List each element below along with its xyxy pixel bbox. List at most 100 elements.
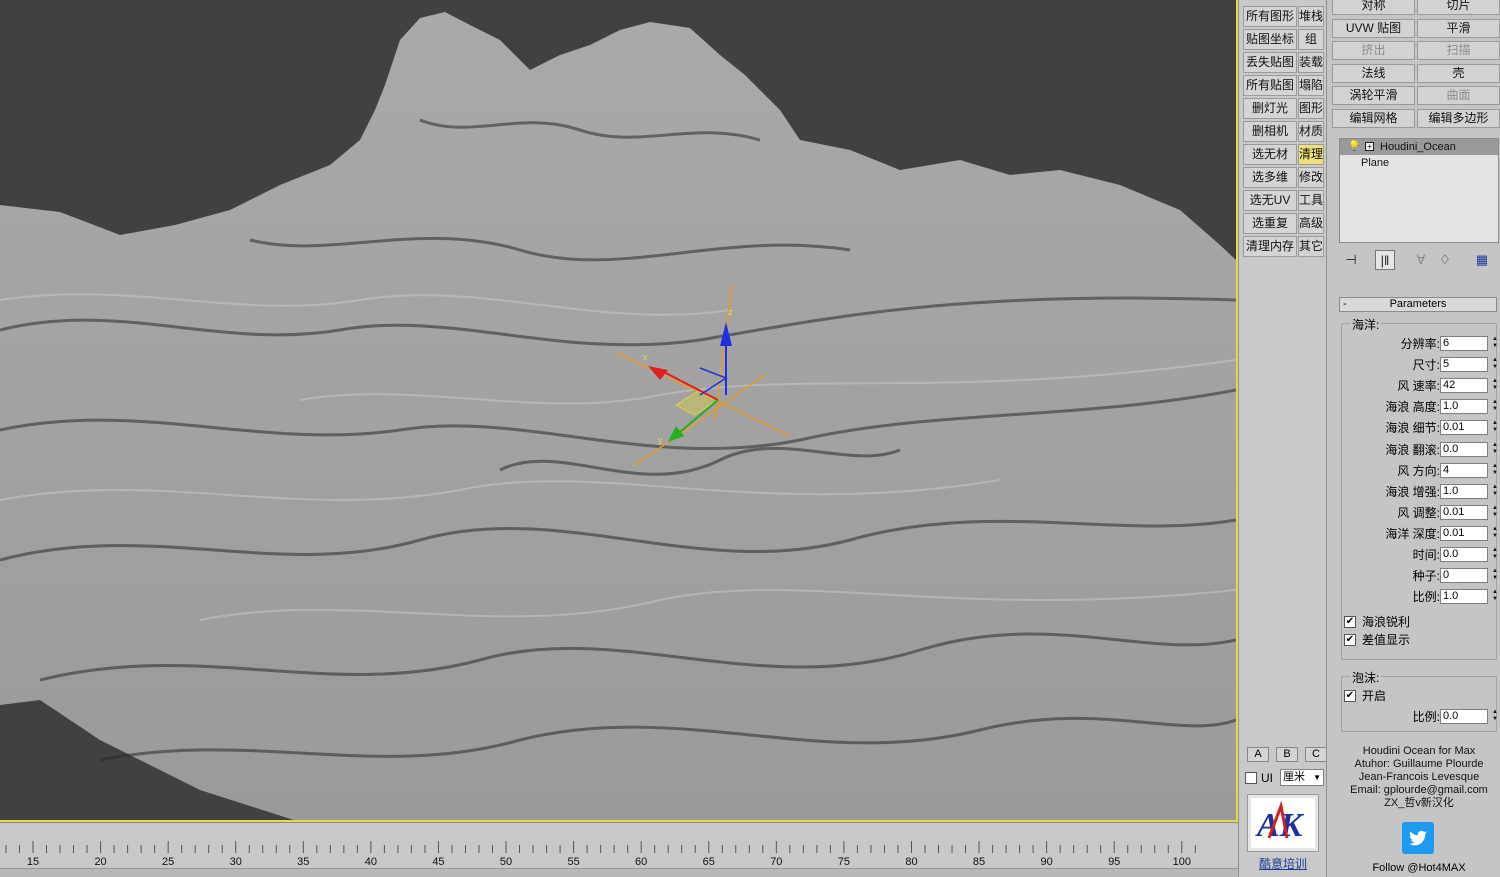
spinner-icon[interactable]: ▲ ▼ <box>1490 420 1500 435</box>
spinner-icon[interactable]: ▲ ▼ <box>1490 357 1500 372</box>
spinner-icon[interactable]: ▲ ▼ <box>1490 505 1500 520</box>
tab-c[interactable]: C <box>1305 747 1327 762</box>
spinner-icon[interactable]: ▲ ▼ <box>1490 442 1500 457</box>
modifier-button[interactable]: 平滑 <box>1417 18 1500 38</box>
spinner-icon[interactable]: ▲ ▼ <box>1490 709 1500 724</box>
ocean-group-title: 海洋: <box>1350 316 1382 333</box>
tool-button-left[interactable]: 删灯光 <box>1243 98 1297 119</box>
param-input[interactable]: 42 <box>1440 378 1488 394</box>
tool-button-left[interactable]: 清理内存 <box>1243 236 1297 257</box>
modifier-button[interactable]: 挤出 <box>1332 41 1415 61</box>
modifier-button[interactable]: UVW 贴图 <box>1332 18 1415 38</box>
param-label: 风 速率: <box>1397 379 1440 394</box>
stack-item-houdini-ocean[interactable]: 💡 + Houdini_Ocean <box>1340 139 1498 155</box>
tool-button-left[interactable]: 所有图形 <box>1243 6 1297 27</box>
tool-button-left[interactable]: 丢失贴图 <box>1243 52 1297 73</box>
credit-line: Email: gplourde@gmail.com <box>1350 784 1488 796</box>
tool-button-right[interactable]: 堆栈 <box>1298 6 1324 27</box>
spinner-icon[interactable]: ▲ ▼ <box>1490 526 1500 541</box>
param-row: 风 速率: 42 ▲ ▼ <box>1342 378 1500 394</box>
tool-button-left[interactable]: 选重复 <box>1243 213 1297 234</box>
modifier-button[interactable]: 法线 <box>1332 63 1415 83</box>
timeline-scrollbar[interactable] <box>0 868 1238 877</box>
tool-button-left[interactable]: 贴图坐标 <box>1243 29 1297 50</box>
tool-button-right[interactable]: 组 <box>1298 29 1324 50</box>
rollout-collapse-icon[interactable]: - <box>1343 298 1347 311</box>
modifier-button[interactable]: 涡轮平滑 <box>1332 86 1415 106</box>
tool-button-left[interactable]: 所有贴图 <box>1243 75 1297 96</box>
tool-button-left[interactable]: 选无材 <box>1243 144 1297 165</box>
param-input[interactable]: 6 <box>1440 336 1488 351</box>
spinner-icon[interactable]: ▲ ▼ <box>1490 378 1500 393</box>
param-input[interactable]: 0.0 <box>1440 547 1488 562</box>
sharp-waves-checkbox[interactable]: ✔ <box>1344 616 1356 628</box>
param-input[interactable]: 4 <box>1440 462 1488 478</box>
spinner-icon[interactable]: ▲ ▼ <box>1490 484 1500 499</box>
follow-link[interactable]: Follow @Hot4MAX <box>1339 862 1499 874</box>
foam-scale-input[interactable]: 0.0 <box>1440 709 1488 724</box>
modifier-button[interactable]: 编辑多边形 <box>1417 109 1500 128</box>
param-input[interactable]: 1.0 <box>1440 589 1488 605</box>
param-input[interactable]: 1.0 <box>1440 399 1488 415</box>
tool-button-right[interactable]: 其它 <box>1298 236 1324 257</box>
configure-sets-icon[interactable]: ▦ <box>1472 250 1492 270</box>
interpolate-display-checkbox[interactable]: ✔ <box>1344 634 1356 646</box>
timeline-tick-label: 40 <box>365 856 377 868</box>
spinner-icon[interactable]: ▲ ▼ <box>1490 463 1500 478</box>
foam-enable-checkbox[interactable]: ✔ <box>1344 690 1356 702</box>
modifier-button[interactable]: 对称 <box>1332 0 1415 15</box>
expand-icon[interactable]: + <box>1365 142 1374 151</box>
tool-button-left[interactable]: 选无UV <box>1243 190 1297 211</box>
tool-button-right[interactable]: 工具 <box>1298 190 1324 211</box>
stack-item-plane[interactable]: Plane <box>1361 157 1389 169</box>
param-input[interactable]: 0.01 <box>1440 525 1488 541</box>
modifier-button[interactable]: 壳 <box>1417 63 1500 83</box>
spinner-icon[interactable]: ▲ ▼ <box>1490 589 1500 604</box>
bulb-icon[interactable]: 💡 <box>1348 139 1360 155</box>
foam-scale-label: 比例: <box>1412 710 1440 724</box>
parameters-rollout-header[interactable]: - Parameters <box>1339 297 1497 312</box>
modifier-button[interactable]: 扫描 <box>1417 41 1500 61</box>
modifier-stack[interactable]: 💡 + Houdini_Ocean Plane <box>1339 138 1499 243</box>
perspective-viewport[interactable]: x y z <box>0 0 1238 822</box>
tool-button-left[interactable]: 选多维 <box>1243 167 1297 188</box>
tool-button-left[interactable]: 删相机 <box>1243 121 1297 142</box>
unit-select-value: 厘米 <box>1283 771 1305 783</box>
tool-button-right[interactable]: 装载 <box>1298 52 1324 73</box>
tool-button-right[interactable]: 图形 <box>1298 98 1324 119</box>
param-input[interactable]: 5 <box>1440 357 1488 373</box>
spinner-icon[interactable]: ▲ ▼ <box>1490 399 1500 414</box>
spinner-icon[interactable]: ▲ ▼ <box>1490 547 1500 562</box>
timeline-tick-label: 30 <box>230 856 242 868</box>
ui-checkbox[interactable] <box>1245 772 1257 784</box>
tab-b[interactable]: B <box>1276 747 1298 762</box>
param-label: 海浪 细节: <box>1385 421 1440 436</box>
show-end-result-icon[interactable]: |‖ <box>1375 250 1395 270</box>
foam-group: 泡沫: ✔ 开启 比例: 0.0 ▲ ▼ <box>1341 669 1500 732</box>
tool-button-right[interactable]: 清理 <box>1298 144 1324 165</box>
modifier-button[interactable]: 切片 <box>1417 0 1500 15</box>
param-input[interactable]: 1.0 <box>1440 483 1488 499</box>
logo-caption-link[interactable]: 酷意培训 <box>1240 855 1326 872</box>
pin-stack-icon[interactable]: ⊣ <box>1341 250 1361 270</box>
tab-a[interactable]: A <box>1247 747 1269 762</box>
make-unique-icon[interactable]: ∀ <box>1411 250 1431 270</box>
app-window: x y z 15 20 25 30 35 40 45 50 55 60 65 70 75 80 85 90 95… <box>0 0 1500 877</box>
tool-button-right[interactable]: 材质 <box>1298 121 1324 142</box>
interpolate-display-label: 差值显示 <box>1362 633 1411 647</box>
param-input[interactable]: 0.01 <box>1440 504 1488 520</box>
spinner-icon[interactable]: ▲ ▼ <box>1490 568 1500 583</box>
param-input[interactable]: 0.01 <box>1440 420 1488 436</box>
twitter-icon[interactable] <box>1402 822 1434 854</box>
unit-select[interactable]: 厘米 ▼ <box>1280 769 1324 786</box>
modifier-button[interactable]: 编辑网格 <box>1332 109 1415 128</box>
param-input[interactable]: 0.0 <box>1440 441 1488 457</box>
remove-modifier-icon[interactable]: ♢ <box>1435 250 1455 270</box>
tool-button-right[interactable]: 修改 <box>1298 167 1324 188</box>
tool-button-right[interactable]: 高级 <box>1298 213 1324 234</box>
param-input[interactable]: 0 <box>1440 568 1488 584</box>
spinner-icon[interactable]: ▲ ▼ <box>1490 336 1500 351</box>
ak-logo[interactable]: AK <box>1247 794 1319 852</box>
tool-button-right[interactable]: 塌陷 <box>1298 75 1324 96</box>
modifier-button[interactable]: 曲面 <box>1417 86 1500 106</box>
